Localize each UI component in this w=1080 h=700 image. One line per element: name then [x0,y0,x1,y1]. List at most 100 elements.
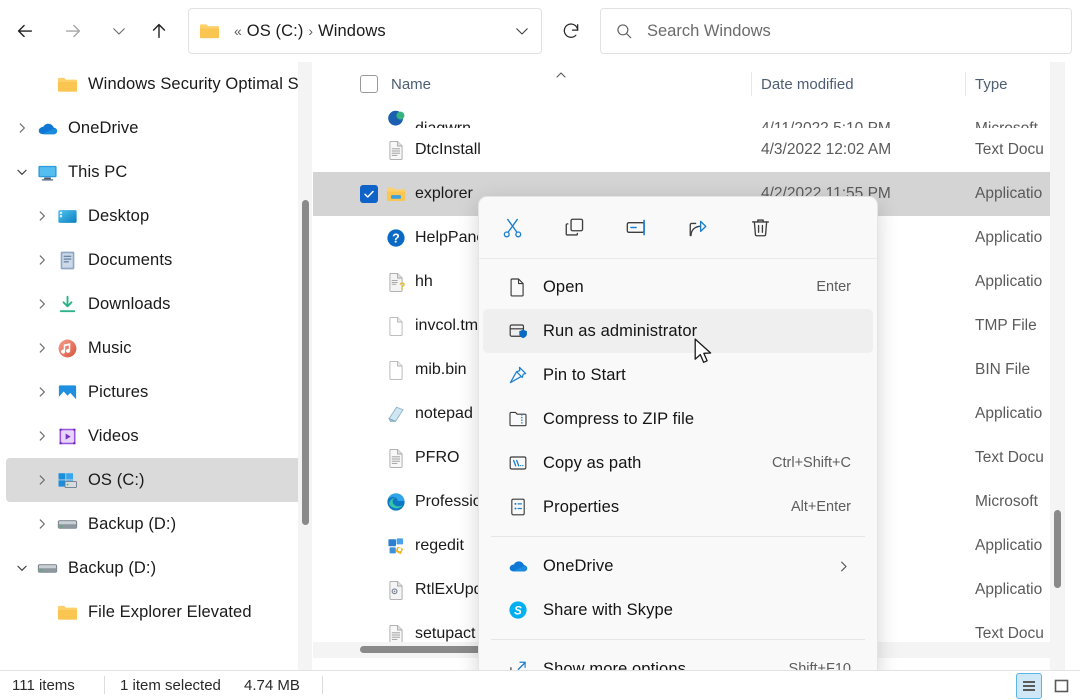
file-type: Text Docu [975,625,1044,643]
file-name: mib.bin [415,361,467,379]
address-bar[interactable]: « OS (C:) › Windows [188,8,542,54]
context-menu-item-copy-as-path[interactable]: Copy as pathCtrl+Shift+C [483,441,873,485]
context-menu-separator [491,536,865,537]
folder-app-icon [385,184,407,204]
navigation-pane[interactable]: Windows Security Optimal SettOneDrive Thi… [0,62,312,670]
sidebar-item-pictures[interactable]: Pictures [6,370,306,414]
sidebar-item-music[interactable]: Music [6,326,306,370]
breadcrumb-item-1[interactable]: Windows [318,22,386,41]
edge-icon [385,492,407,512]
chevron-right-icon[interactable] [30,209,54,223]
delete-icon[interactable] [741,209,779,247]
regedit-icon [385,536,407,556]
file-name: diagwrn [415,120,471,128]
rename-icon[interactable] [617,209,655,247]
chevron-down-icon[interactable] [10,561,34,575]
sidebar-item-this-pc[interactable]: This PC [6,150,306,194]
text-file-icon [385,448,407,468]
sidebar-item-file-explorer-elevated[interactable]: File Explorer Elevated [6,590,306,634]
up-button[interactable] [140,12,178,50]
sidebar-item-onedrive[interactable]: OneDrive [6,106,306,150]
file-date-modified: 4/3/2022 12:02 AM [761,141,891,159]
sidebar-item-os-c[interactable]: OS (C:) [6,458,306,502]
file-name: explorer [415,185,473,203]
chevron-down-icon[interactable] [513,22,531,40]
file-type: BIN File [975,361,1030,379]
context-menu-item-compress-to-zip-file[interactable]: Compress to ZIP file [483,397,873,441]
pictures-icon [54,382,80,403]
chevron-right-icon[interactable] [30,517,54,531]
search-input[interactable] [647,22,1057,41]
details-view-button[interactable] [1016,673,1042,699]
sidebar-item-windows-security-optimal-sett[interactable]: Windows Security Optimal Sett [6,62,306,106]
status-divider [322,676,323,694]
column-divider[interactable] [751,72,752,96]
column-header-name[interactable]: Name [391,76,431,93]
chevron-right-icon[interactable] [10,121,34,135]
context-menu-toolbar [479,197,877,259]
chevron-right-icon[interactable] [30,429,54,443]
context-menu-item-run-as-administrator[interactable]: Run as administrator [483,309,873,353]
sidebar-item-downloads[interactable]: Downloads [6,282,306,326]
file-scrollbar-thumb[interactable] [1054,510,1061,588]
large-icons-view-icon [1053,678,1070,695]
file-date-modified: 4/11/2022 5:10 PM [761,120,891,128]
context-menu-item-label: Open [543,278,584,297]
sidebar-item-videos[interactable]: Videos [6,414,306,458]
text-file-icon [385,140,407,160]
navigation-tree: Windows Security Optimal SettOneDrive Thi… [0,62,312,634]
chevron-right-icon[interactable] [30,297,54,311]
toolbar: « OS (C:) › Windows [0,0,1080,62]
sidebar-item-backup-d[interactable]: Backup (D:) [6,546,306,590]
chevron-right-icon[interactable] [30,385,54,399]
context-menu-item-shortcut: Ctrl+Shift+C [772,455,851,471]
sidebar-item-label: Videos [88,427,139,446]
context-menu-item-share-with-skype[interactable]: SShare with Skype [483,588,873,632]
column-divider[interactable] [965,72,966,96]
search-box[interactable] [600,8,1072,54]
skype-icon: S [505,600,531,620]
chevron-right-icon[interactable] [30,473,54,487]
shield-icon [505,321,531,341]
back-button[interactable] [6,12,44,50]
context-menu-item-pin-to-start[interactable]: Pin to Start [483,353,873,397]
share-icon[interactable] [679,209,717,247]
column-header-type[interactable]: Type [975,76,1008,93]
chevron-right-icon[interactable] [836,559,851,574]
chevron-right-icon[interactable] [30,341,54,355]
refresh-button[interactable] [552,12,590,50]
forward-button[interactable] [54,12,92,50]
sidebar-item-label: This PC [68,163,127,182]
row-checkbox[interactable] [360,185,378,203]
table-row[interactable]: diagwrn4/11/2022 5:10 PMMicrosoft [313,106,1050,128]
zip-icon [505,409,531,429]
select-all-checkbox[interactable] [360,75,378,93]
cut-icon[interactable] [493,209,531,247]
sidebar-item-documents[interactable]: Documents [6,238,306,282]
large-icons-view-button[interactable] [1048,673,1074,699]
breadcrumb-overflow[interactable]: « [234,23,242,39]
column-header-date-modified[interactable]: Date modified [761,76,854,93]
breadcrumb-item-0[interactable]: OS (C:) [247,22,304,41]
nav-scrollbar-thumb[interactable] [302,200,309,525]
context-menu-item-properties[interactable]: PropertiesAlt+Enter [483,485,873,529]
status-bar: 111 items 1 item selected 4.74 MB [0,670,1080,700]
context-menu-item-open[interactable]: OpenEnter [483,265,873,309]
chevron-right-icon[interactable] [30,253,54,267]
file-name: DtcInstall [415,141,481,159]
file-type: Applicatio [975,229,1042,247]
details-view-icon [1021,678,1037,694]
file-explorer-window: « OS (C:) › Windows [0,0,1080,700]
context-menu-separator [491,639,865,640]
svg-text:?: ? [392,232,400,246]
context-menu[interactable]: OpenEnterRun as administratorPin to Star… [478,196,878,700]
table-row[interactable]: DtcInstall4/3/2022 12:02 AMText Docu [313,128,1050,172]
sidebar-item-backup-d[interactable]: Backup (D:) [6,502,306,546]
context-menu-item-label: Properties [543,498,619,517]
copy-icon[interactable] [555,209,593,247]
recent-locations-button[interactable] [100,12,138,50]
file-type: Applicatio [975,537,1042,555]
context-menu-item-onedrive[interactable]: OneDrive [483,544,873,588]
sidebar-item-desktop[interactable]: Desktop [6,194,306,238]
chevron-down-icon[interactable] [10,165,34,179]
